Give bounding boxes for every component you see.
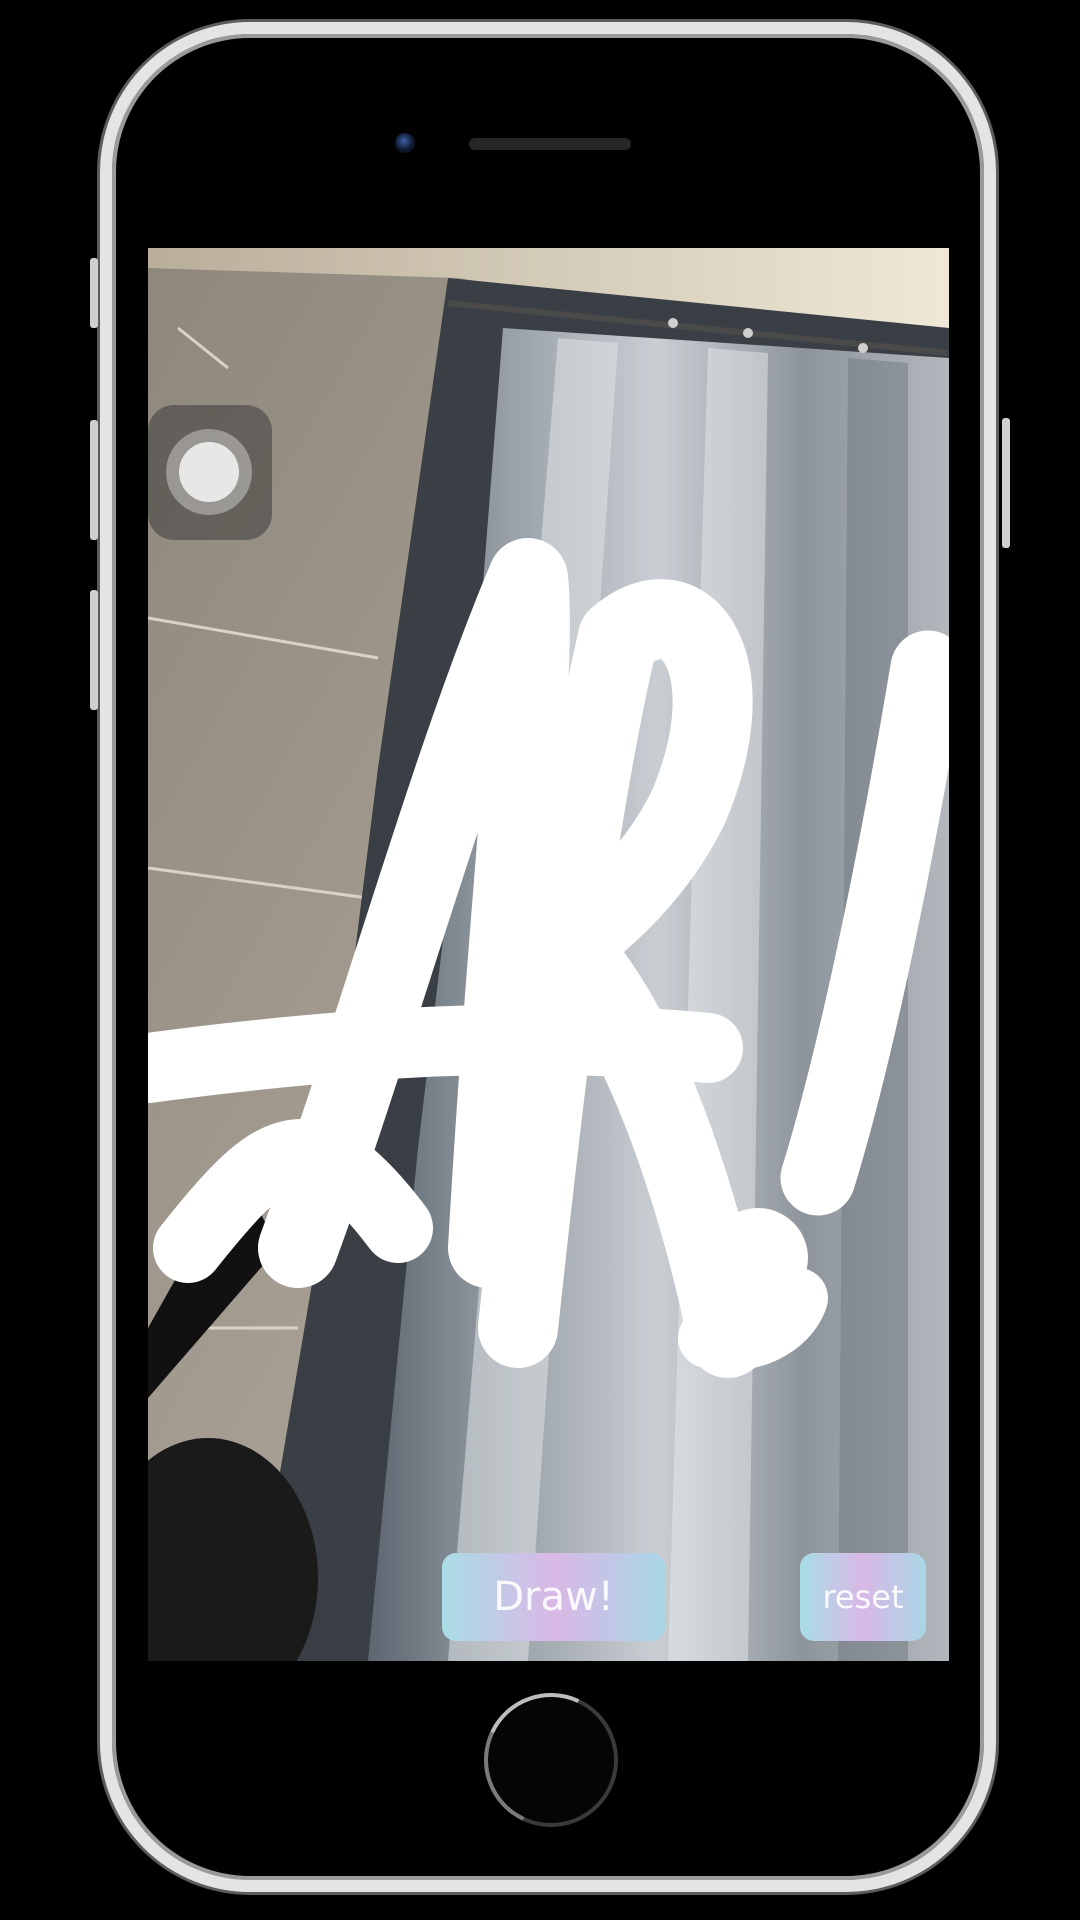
mute-switch — [90, 258, 98, 328]
front-camera — [395, 133, 415, 153]
assistive-touch-dot — [179, 442, 239, 502]
draw-button-label: Draw! — [493, 1574, 614, 1620]
volume-down-button — [90, 590, 98, 710]
home-button-icon[interactable] — [465, 1674, 637, 1846]
earpiece-speaker — [469, 138, 631, 150]
power-button — [1002, 418, 1010, 548]
volume-up-button — [90, 420, 98, 540]
draw-button[interactable]: Draw! — [442, 1553, 665, 1641]
assistive-touch-button[interactable] — [148, 405, 272, 540]
reset-button[interactable]: reset — [800, 1553, 926, 1641]
reset-button-label: reset — [822, 1578, 904, 1616]
